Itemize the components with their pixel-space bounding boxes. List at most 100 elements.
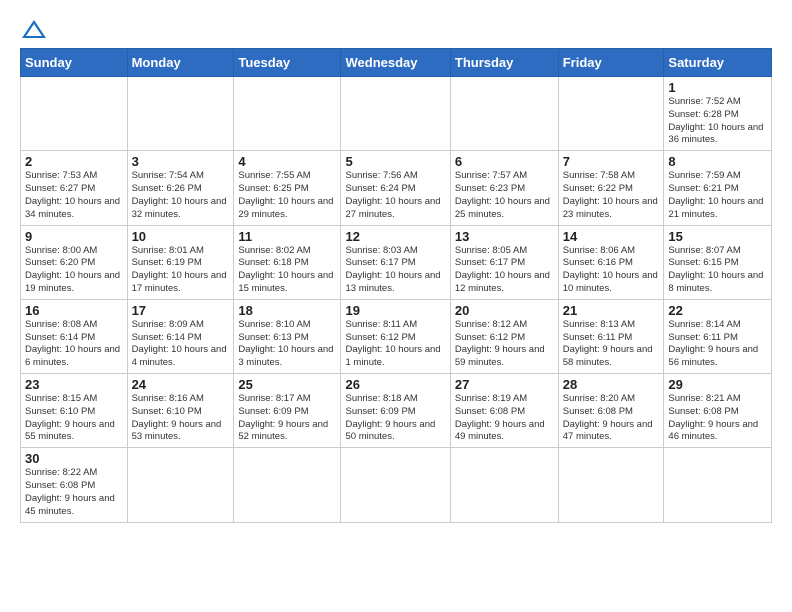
day-info: Sunrise: 7:56 AM Sunset: 6:24 PM Dayligh…: [345, 170, 445, 221]
day-number: 5: [345, 154, 445, 169]
calendar-cell: [450, 77, 558, 151]
day-number: 11: [238, 229, 336, 244]
calendar: SundayMondayTuesdayWednesdayThursdayFrid…: [20, 48, 772, 523]
day-number: 10: [132, 229, 230, 244]
day-number: 3: [132, 154, 230, 169]
calendar-cell: 7Sunrise: 7:58 AM Sunset: 6:22 PM Daylig…: [558, 151, 664, 225]
calendar-cell: 11Sunrise: 8:02 AM Sunset: 6:18 PM Dayli…: [234, 225, 341, 299]
day-number: 29: [668, 377, 767, 392]
calendar-cell: 29Sunrise: 8:21 AM Sunset: 6:08 PM Dayli…: [664, 374, 772, 448]
calendar-week-2: 2Sunrise: 7:53 AM Sunset: 6:27 PM Daylig…: [21, 151, 772, 225]
calendar-cell: 15Sunrise: 8:07 AM Sunset: 6:15 PM Dayli…: [664, 225, 772, 299]
weekday-header-saturday: Saturday: [664, 49, 772, 77]
calendar-cell: 8Sunrise: 7:59 AM Sunset: 6:21 PM Daylig…: [664, 151, 772, 225]
day-info: Sunrise: 8:13 AM Sunset: 6:11 PM Dayligh…: [563, 319, 660, 370]
day-info: Sunrise: 7:52 AM Sunset: 6:28 PM Dayligh…: [668, 96, 767, 147]
day-info: Sunrise: 8:08 AM Sunset: 6:14 PM Dayligh…: [25, 319, 123, 370]
day-info: Sunrise: 8:20 AM Sunset: 6:08 PM Dayligh…: [563, 393, 660, 444]
day-info: Sunrise: 8:14 AM Sunset: 6:11 PM Dayligh…: [668, 319, 767, 370]
calendar-cell: 21Sunrise: 8:13 AM Sunset: 6:11 PM Dayli…: [558, 299, 664, 373]
calendar-cell: 5Sunrise: 7:56 AM Sunset: 6:24 PM Daylig…: [341, 151, 450, 225]
calendar-cell: [127, 448, 234, 522]
day-number: 2: [25, 154, 123, 169]
weekday-header-monday: Monday: [127, 49, 234, 77]
day-info: Sunrise: 8:12 AM Sunset: 6:12 PM Dayligh…: [455, 319, 554, 370]
day-info: Sunrise: 8:09 AM Sunset: 6:14 PM Dayligh…: [132, 319, 230, 370]
day-number: 24: [132, 377, 230, 392]
calendar-cell: [127, 77, 234, 151]
weekday-header-wednesday: Wednesday: [341, 49, 450, 77]
day-number: 28: [563, 377, 660, 392]
day-info: Sunrise: 8:03 AM Sunset: 6:17 PM Dayligh…: [345, 245, 445, 296]
day-number: 9: [25, 229, 123, 244]
calendar-cell: [450, 448, 558, 522]
calendar-cell: 4Sunrise: 7:55 AM Sunset: 6:25 PM Daylig…: [234, 151, 341, 225]
day-info: Sunrise: 8:19 AM Sunset: 6:08 PM Dayligh…: [455, 393, 554, 444]
header: [20, 18, 772, 40]
calendar-cell: 23Sunrise: 8:15 AM Sunset: 6:10 PM Dayli…: [21, 374, 128, 448]
day-number: 23: [25, 377, 123, 392]
calendar-cell: 24Sunrise: 8:16 AM Sunset: 6:10 PM Dayli…: [127, 374, 234, 448]
day-info: Sunrise: 8:07 AM Sunset: 6:15 PM Dayligh…: [668, 245, 767, 296]
day-number: 26: [345, 377, 445, 392]
day-number: 4: [238, 154, 336, 169]
calendar-week-6: 30Sunrise: 8:22 AM Sunset: 6:08 PM Dayli…: [21, 448, 772, 522]
day-info: Sunrise: 7:57 AM Sunset: 6:23 PM Dayligh…: [455, 170, 554, 221]
day-number: 22: [668, 303, 767, 318]
calendar-cell: 3Sunrise: 7:54 AM Sunset: 6:26 PM Daylig…: [127, 151, 234, 225]
calendar-cell: 13Sunrise: 8:05 AM Sunset: 6:17 PM Dayli…: [450, 225, 558, 299]
day-number: 18: [238, 303, 336, 318]
weekday-header-row: SundayMondayTuesdayWednesdayThursdayFrid…: [21, 49, 772, 77]
day-number: 25: [238, 377, 336, 392]
day-info: Sunrise: 8:05 AM Sunset: 6:17 PM Dayligh…: [455, 245, 554, 296]
calendar-cell: 25Sunrise: 8:17 AM Sunset: 6:09 PM Dayli…: [234, 374, 341, 448]
calendar-cell: 1Sunrise: 7:52 AM Sunset: 6:28 PM Daylig…: [664, 77, 772, 151]
calendar-cell: 9Sunrise: 8:00 AM Sunset: 6:20 PM Daylig…: [21, 225, 128, 299]
day-number: 12: [345, 229, 445, 244]
day-number: 1: [668, 80, 767, 95]
calendar-cell: [234, 448, 341, 522]
weekday-header-friday: Friday: [558, 49, 664, 77]
day-number: 16: [25, 303, 123, 318]
day-info: Sunrise: 7:53 AM Sunset: 6:27 PM Dayligh…: [25, 170, 123, 221]
calendar-cell: 16Sunrise: 8:08 AM Sunset: 6:14 PM Dayli…: [21, 299, 128, 373]
calendar-cell: 30Sunrise: 8:22 AM Sunset: 6:08 PM Dayli…: [21, 448, 128, 522]
calendar-cell: [21, 77, 128, 151]
day-number: 17: [132, 303, 230, 318]
day-info: Sunrise: 7:59 AM Sunset: 6:21 PM Dayligh…: [668, 170, 767, 221]
weekday-header-thursday: Thursday: [450, 49, 558, 77]
calendar-cell: 12Sunrise: 8:03 AM Sunset: 6:17 PM Dayli…: [341, 225, 450, 299]
day-number: 20: [455, 303, 554, 318]
calendar-cell: 18Sunrise: 8:10 AM Sunset: 6:13 PM Dayli…: [234, 299, 341, 373]
calendar-cell: 6Sunrise: 7:57 AM Sunset: 6:23 PM Daylig…: [450, 151, 558, 225]
day-info: Sunrise: 8:11 AM Sunset: 6:12 PM Dayligh…: [345, 319, 445, 370]
day-number: 21: [563, 303, 660, 318]
logo: [20, 18, 52, 40]
calendar-cell: 20Sunrise: 8:12 AM Sunset: 6:12 PM Dayli…: [450, 299, 558, 373]
calendar-cell: [664, 448, 772, 522]
day-info: Sunrise: 8:01 AM Sunset: 6:19 PM Dayligh…: [132, 245, 230, 296]
calendar-week-3: 9Sunrise: 8:00 AM Sunset: 6:20 PM Daylig…: [21, 225, 772, 299]
calendar-cell: [234, 77, 341, 151]
day-number: 27: [455, 377, 554, 392]
weekday-header-sunday: Sunday: [21, 49, 128, 77]
page: SundayMondayTuesdayWednesdayThursdayFrid…: [0, 0, 792, 612]
day-number: 19: [345, 303, 445, 318]
day-info: Sunrise: 7:54 AM Sunset: 6:26 PM Dayligh…: [132, 170, 230, 221]
day-info: Sunrise: 7:58 AM Sunset: 6:22 PM Dayligh…: [563, 170, 660, 221]
calendar-cell: 22Sunrise: 8:14 AM Sunset: 6:11 PM Dayli…: [664, 299, 772, 373]
calendar-cell: 14Sunrise: 8:06 AM Sunset: 6:16 PM Dayli…: [558, 225, 664, 299]
day-number: 13: [455, 229, 554, 244]
day-info: Sunrise: 8:15 AM Sunset: 6:10 PM Dayligh…: [25, 393, 123, 444]
day-number: 14: [563, 229, 660, 244]
day-number: 30: [25, 451, 123, 466]
calendar-cell: 28Sunrise: 8:20 AM Sunset: 6:08 PM Dayli…: [558, 374, 664, 448]
day-number: 15: [668, 229, 767, 244]
weekday-header-tuesday: Tuesday: [234, 49, 341, 77]
calendar-cell: 27Sunrise: 8:19 AM Sunset: 6:08 PM Dayli…: [450, 374, 558, 448]
day-info: Sunrise: 8:00 AM Sunset: 6:20 PM Dayligh…: [25, 245, 123, 296]
day-info: Sunrise: 8:21 AM Sunset: 6:08 PM Dayligh…: [668, 393, 767, 444]
day-info: Sunrise: 8:02 AM Sunset: 6:18 PM Dayligh…: [238, 245, 336, 296]
calendar-week-4: 16Sunrise: 8:08 AM Sunset: 6:14 PM Dayli…: [21, 299, 772, 373]
day-info: Sunrise: 8:18 AM Sunset: 6:09 PM Dayligh…: [345, 393, 445, 444]
